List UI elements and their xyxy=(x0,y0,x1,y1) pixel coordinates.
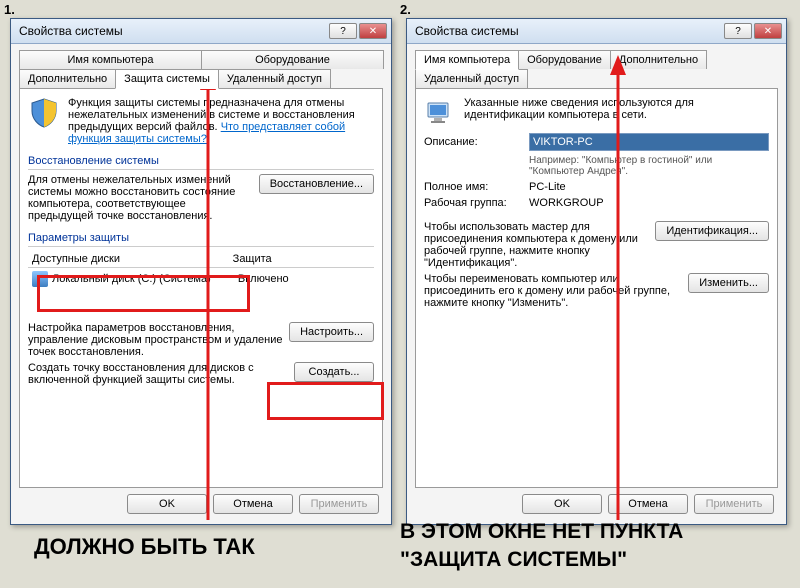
label-2: 2. xyxy=(400,2,411,17)
create-text: Создать точку восстановления для дисков … xyxy=(28,362,288,386)
drives-header: Доступные диски Защита xyxy=(28,251,374,268)
title-text: Свойства системы xyxy=(15,24,327,38)
tab-advanced[interactable]: Дополнительно xyxy=(610,50,707,69)
tab-hardware[interactable]: Оборудование xyxy=(518,50,611,69)
col-drives: Доступные диски xyxy=(28,251,229,268)
window-left: Свойства системы ? ✕ Имя компьютера Обор… xyxy=(10,18,392,525)
col-protection: Защита xyxy=(229,251,374,268)
tab-hardware[interactable]: Оборудование xyxy=(201,50,384,69)
description-row: Описание: xyxy=(424,133,769,151)
computer-icon xyxy=(424,97,456,129)
configure-text: Настройка параметров восстановления, упр… xyxy=(28,322,283,358)
body: Имя компьютера Оборудование Дополнительн… xyxy=(407,44,786,524)
description-label: Описание: xyxy=(424,136,529,148)
tab-remote[interactable]: Удаленный доступ xyxy=(218,69,331,88)
restore-button[interactable]: Восстановление... xyxy=(259,174,374,194)
create-row: Создать точку восстановления для дисков … xyxy=(28,362,374,386)
tab-row-2: Дополнительно Защита системы Удаленный д… xyxy=(19,69,383,88)
fullname-label: Полное имя: xyxy=(424,181,529,193)
apply-button[interactable]: Применить xyxy=(299,494,379,514)
tab-remote[interactable]: Удаленный доступ xyxy=(415,69,528,88)
description-hint-row: Например: "Компьютер в гостиной" или "Ко… xyxy=(424,155,769,177)
intro-block: Указанные ниже сведения используются для… xyxy=(424,97,769,129)
cancel-button[interactable]: Отмена xyxy=(213,494,293,514)
change-row: Чтобы переименовать компьютер или присое… xyxy=(424,273,769,309)
label-1: 1. xyxy=(4,2,15,17)
workgroup-row: Рабочая группа: WORKGROUP xyxy=(424,197,769,209)
drive-state: Включено xyxy=(238,273,289,285)
configure-row: Настройка параметров восстановления, упр… xyxy=(28,322,374,358)
titlebar[interactable]: Свойства системы ? ✕ xyxy=(407,19,786,44)
tab-computer-name[interactable]: Имя компьютера xyxy=(19,50,202,69)
drive-name: Локальный диск (C:) (Система) xyxy=(52,273,238,285)
shield-icon xyxy=(28,97,60,129)
intro-block: Функция защиты системы предназначена для… xyxy=(28,97,374,145)
description-hint: Например: "Компьютер в гостиной" или "Ко… xyxy=(529,155,769,177)
help-button[interactable]: ? xyxy=(329,23,357,39)
identification-row: Чтобы использовать мастер для присоедине… xyxy=(424,221,769,269)
ok-button[interactable]: OK xyxy=(127,494,207,514)
caption-left: ДОЛЖНО БЫТЬ ТАК xyxy=(34,534,255,560)
window-right: Свойства системы ? ✕ Имя компьютера Обор… xyxy=(406,18,787,525)
close-button[interactable]: ✕ xyxy=(359,23,387,39)
identification-button[interactable]: Идентификация... xyxy=(655,221,769,241)
help-button[interactable]: ? xyxy=(724,23,752,39)
tab-advanced[interactable]: Дополнительно xyxy=(19,69,116,88)
drive-icon xyxy=(32,271,48,287)
dialog-buttons: OK Отмена Применить xyxy=(415,488,778,516)
cancel-button[interactable]: Отмена xyxy=(608,494,688,514)
tab-page: Функция защиты системы предназначена для… xyxy=(19,88,383,488)
close-button[interactable]: ✕ xyxy=(754,23,782,39)
intro-text: Функция защиты системы предназначена для… xyxy=(68,97,374,145)
apply-button[interactable]: Применить xyxy=(694,494,774,514)
restore-text: Для отмены нежелательных изменений систе… xyxy=(28,174,253,222)
ok-button[interactable]: OK xyxy=(522,494,602,514)
configure-button[interactable]: Настроить... xyxy=(289,322,374,342)
create-button[interactable]: Создать... xyxy=(294,362,374,382)
tab-row-1: Имя компьютера Оборудование xyxy=(19,50,383,69)
tab-system-protection[interactable]: Защита системы xyxy=(115,69,219,89)
caption-right-2: "ЗАЩИТА СИСТЕМЫ" xyxy=(400,548,627,572)
description-input[interactable] xyxy=(529,133,769,151)
body: Имя компьютера Оборудование Дополнительн… xyxy=(11,44,391,524)
identification-text: Чтобы использовать мастер для присоедине… xyxy=(424,221,649,269)
caption-right-1: В ЭТОМ ОКНЕ НЕТ ПУНКТА xyxy=(400,520,683,544)
drive-row[interactable]: Локальный диск (C:) (Система) Включено xyxy=(28,268,374,290)
change-button[interactable]: Изменить... xyxy=(688,273,769,293)
tab-row: Имя компьютера Оборудование Дополнительн… xyxy=(415,50,778,88)
dialog-buttons: OK Отмена Применить xyxy=(19,488,383,516)
fullname-value: PC-Lite xyxy=(529,181,769,193)
workgroup-value: WORKGROUP xyxy=(529,197,769,209)
restore-row: Для отмены нежелательных изменений систе… xyxy=(28,174,374,222)
title-text: Свойства системы xyxy=(411,24,722,38)
tab-page: Указанные ниже сведения используются для… xyxy=(415,88,778,488)
workgroup-label: Рабочая группа: xyxy=(424,197,529,209)
change-text: Чтобы переименовать компьютер или присое… xyxy=(424,273,682,309)
tab-computer-name[interactable]: Имя компьютера xyxy=(415,50,519,70)
section-restore: Восстановление системы xyxy=(28,155,374,170)
intro-text: Указанные ниже сведения используются для… xyxy=(464,97,769,129)
section-params: Параметры защиты xyxy=(28,232,374,247)
fullname-row: Полное имя: PC-Lite xyxy=(424,181,769,193)
titlebar[interactable]: Свойства системы ? ✕ xyxy=(11,19,391,44)
